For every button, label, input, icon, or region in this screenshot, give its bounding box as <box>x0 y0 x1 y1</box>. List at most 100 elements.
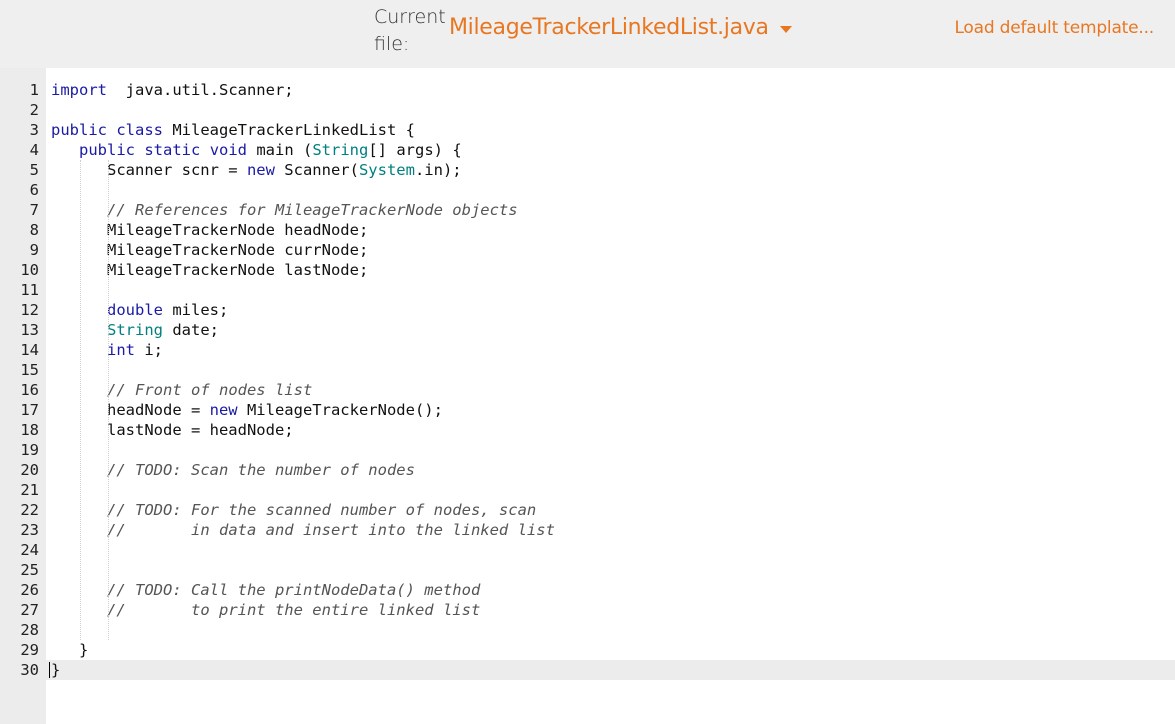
code-line[interactable]: 29 } <box>0 640 1175 660</box>
code-text: // TODO: For the scanned number of nodes… <box>51 500 536 520</box>
code-line[interactable]: 10 MileageTrackerNode lastNode; <box>0 260 1175 280</box>
line-number: 15 <box>20 361 39 379</box>
code-line[interactable]: 21 <box>0 480 1175 500</box>
code-token: } <box>51 661 61 679</box>
line-number: 4 <box>29 141 39 159</box>
code-token: // in data and insert into the linked li… <box>107 521 555 539</box>
code-token: headNode = <box>51 401 210 419</box>
code-line[interactable]: 25 <box>0 560 1175 580</box>
code-token: public <box>51 121 107 139</box>
line-number: 8 <box>29 221 39 239</box>
code-text: } <box>51 660 60 680</box>
code-token: // to print the entire linked list <box>107 601 481 619</box>
code-line[interactable]: 6 <box>0 180 1175 200</box>
line-number: 30 <box>20 661 39 679</box>
line-number: 28 <box>20 621 39 639</box>
code-token: void <box>209 141 248 159</box>
code-text: // to print the entire linked list <box>51 600 480 620</box>
chevron-down-icon <box>779 25 792 33</box>
code-line[interactable]: 27 // to print the entire linked list <box>0 600 1175 620</box>
code-token: import <box>51 81 107 99</box>
code-text: lastNode = headNode; <box>51 420 294 440</box>
code-token: MileageTrackerNode lastNode; <box>51 261 369 279</box>
load-default-template-link[interactable]: Load default template... <box>954 18 1154 38</box>
code-line[interactable]: 13 String date; <box>0 320 1175 340</box>
line-number: 3 <box>29 121 39 139</box>
code-line[interactable]: 22 // TODO: For the scanned number of no… <box>0 500 1175 520</box>
code-text: // References for MileageTrackerNode obj… <box>51 200 518 220</box>
code-line[interactable]: 11 <box>0 280 1175 300</box>
code-line[interactable]: 19 <box>0 440 1175 460</box>
code-line[interactable]: 7 // References for MileageTrackerNode o… <box>0 200 1175 220</box>
code-token: // TODO: Scan the number of nodes <box>107 461 415 479</box>
code-text: // TODO: Scan the number of nodes <box>51 460 415 480</box>
code-token: // TODO: For the scanned number of nodes… <box>107 501 537 519</box>
line-number: 10 <box>20 261 39 279</box>
code-token: System <box>358 161 415 179</box>
code-token: main ( <box>247 141 313 159</box>
code-text: // TODO: Call the printNodeData() method <box>51 580 480 600</box>
code-line[interactable]: 9 MileageTrackerNode currNode; <box>0 240 1175 260</box>
line-number: 13 <box>20 321 39 339</box>
code-line[interactable]: 2 <box>0 100 1175 120</box>
code-line[interactable]: 26 // TODO: Call the printNodeData() met… <box>0 580 1175 600</box>
file-name: MileageTrackerLinkedList.java <box>449 15 769 40</box>
code-token: String <box>107 321 163 339</box>
line-number: 23 <box>20 521 39 539</box>
indent-guide <box>108 160 109 640</box>
code-line[interactable]: 30} <box>0 660 1175 680</box>
code-text: public static void main (String[] args) … <box>51 140 462 160</box>
code-token: public <box>79 141 135 159</box>
code-token: Scanner( <box>274 161 359 179</box>
code-line[interactable]: 14 int i; <box>0 340 1175 360</box>
file-toolbar: Current file: MileageTrackerLinkedList.j… <box>0 0 1175 68</box>
code-line[interactable]: 1 import java.util.Scanner; <box>0 80 1175 100</box>
code-text: Scanner scnr = new Scanner(System.in); <box>51 160 462 180</box>
line-number: 27 <box>20 601 39 619</box>
code-line[interactable]: 16 // Front of nodes list <box>0 380 1175 400</box>
code-token: MileageTrackerNode(); <box>237 401 443 419</box>
code-token: [] args) { <box>368 141 462 159</box>
code-line[interactable]: 12 double miles; <box>0 300 1175 320</box>
file-dropdown[interactable]: MileageTrackerLinkedList.java <box>449 15 792 40</box>
code-text: double miles; <box>51 300 228 320</box>
code-line[interactable]: 23 // in data and insert into the linked… <box>0 520 1175 540</box>
line-number: 21 <box>20 481 39 499</box>
code-token: double <box>107 301 163 319</box>
line-number: 7 <box>29 201 39 219</box>
code-line[interactable]: 20 // TODO: Scan the number of nodes <box>0 460 1175 480</box>
code-line[interactable]: 15 <box>0 360 1175 380</box>
code-token: // TODO: Call the printNodeData() method <box>107 581 481 599</box>
code-line[interactable]: 24 <box>0 540 1175 560</box>
code-line[interactable]: 28 <box>0 620 1175 640</box>
code-text: MileageTrackerNode currNode; <box>51 240 368 260</box>
code-token: String <box>312 141 369 159</box>
code-text: // Front of nodes list <box>51 380 312 400</box>
code-line[interactable]: 17 headNode = new MileageTrackerNode(); <box>0 400 1175 420</box>
code-line[interactable]: 3 public class MileageTrackerLinkedList { <box>0 120 1175 140</box>
code-token: class <box>116 121 164 139</box>
line-number: 16 <box>20 381 39 399</box>
code-token: MileageTrackerNode headNode; <box>51 221 369 239</box>
code-text: // in data and insert into the linked li… <box>51 520 555 540</box>
code-token: new <box>246 161 275 179</box>
code-token: miles; <box>163 301 229 319</box>
line-number: 11 <box>20 281 39 299</box>
code-line[interactable]: 18 lastNode = headNode; <box>0 420 1175 440</box>
code-line[interactable]: 4 public static void main (String[] args… <box>0 140 1175 160</box>
code-token: i; <box>135 341 163 359</box>
code-token: static <box>144 141 201 159</box>
code-text: String date; <box>51 320 219 340</box>
code-line[interactable]: 5 Scanner scnr = new Scanner(System.in); <box>0 160 1175 180</box>
code-line[interactable]: 8 MileageTrackerNode headNode; <box>0 220 1175 240</box>
code-editor[interactable]: 1 import java.util.Scanner; 2 3 public class… <box>0 68 1175 724</box>
line-number: 19 <box>20 441 39 459</box>
line-number: 22 <box>20 501 39 519</box>
